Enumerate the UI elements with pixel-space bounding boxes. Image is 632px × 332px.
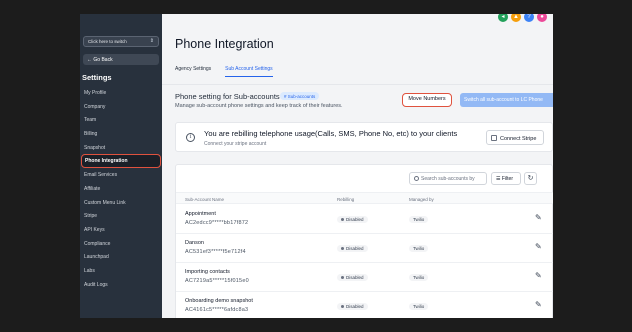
row-account-id: AC2edcc9*****bb17f872: [185, 220, 249, 226]
edit-icon[interactable]: ✎: [535, 213, 542, 222]
rebilling-banner: i You are rebilling telephone usage(Call…: [175, 122, 553, 152]
sidebar-item-billing[interactable]: Billing: [80, 127, 162, 141]
info-icon: i: [186, 133, 195, 142]
connect-stripe-label: Connect Stripe: [500, 136, 537, 142]
sidebar-item-affiliate[interactable]: Affiliate: [80, 182, 162, 196]
sidebar-item-team[interactable]: Team: [80, 113, 162, 127]
move-numbers-button[interactable]: Move Numbers: [402, 93, 452, 107]
search-input[interactable]: Search sub-accounts by: [409, 172, 487, 185]
sidebar-item-my-profile[interactable]: My Profile: [80, 86, 162, 100]
sidebar-item-company[interactable]: Company: [80, 100, 162, 114]
filter-label: Filter: [501, 176, 513, 182]
edit-icon[interactable]: ✎: [535, 271, 542, 280]
refresh-button[interactable]: ↻: [524, 172, 537, 185]
sidebar-item-snapshot[interactable]: Snapshot: [80, 141, 162, 155]
page-title: Phone Integration: [175, 37, 274, 51]
go-back-label: Go Back: [93, 56, 113, 63]
sidebar-item-api-keys[interactable]: API Keys: [80, 223, 162, 237]
row-name: Appointment: [185, 211, 216, 217]
row-name: Importing contacts: [185, 269, 230, 275]
settings-heading: Settings: [82, 73, 112, 82]
column-header-rebilling: Rebilling: [337, 196, 355, 202]
megaphone-icon[interactable]: ◂: [498, 14, 508, 22]
stripe-icon: [491, 135, 497, 141]
status-badge: Disabled: [337, 303, 368, 310]
row-account-id: AC7219a5*****15f015e0: [185, 278, 249, 284]
sidebar-item-launchpad[interactable]: Launchpad: [80, 250, 162, 264]
table-row: Importing contacts AC7219a5*****15f015e0…: [176, 263, 553, 292]
sidebar-item-email-services[interactable]: Email Services: [80, 168, 162, 182]
status-badge: Disabled: [337, 274, 368, 281]
switcher-chevron-icon: ⇕: [149, 38, 154, 44]
sidebar-item-audit-logs[interactable]: Audit Logs: [80, 278, 162, 292]
sidebar-item-phone-integration[interactable]: Phone Integration: [81, 154, 161, 169]
row-name: Onboarding demo snapshot: [185, 298, 253, 304]
filter-button[interactable]: ☰ Filter: [491, 172, 521, 185]
rebilling-title: You are rebilling telephone usage(Calls,…: [204, 129, 458, 138]
header-icons: ◂ ▲ ? ●: [498, 14, 547, 22]
status-badge: Disabled: [337, 216, 368, 223]
tab-divider: [162, 84, 553, 85]
sidebar-item-custom-menu-link[interactable]: Custom Menu Link: [80, 196, 162, 210]
managed-badge: Twilio: [409, 216, 429, 223]
managed-badge: Twilio: [409, 303, 429, 310]
refresh-icon: ↻: [527, 175, 534, 182]
settings-nav: My Profile Company Team Billing Snapshot…: [80, 86, 162, 291]
sidebar-item-stripe[interactable]: Stripe: [80, 209, 162, 223]
settings-tabs: Agency Settings Sub Account Settings: [175, 66, 273, 77]
avatar-icon[interactable]: ●: [537, 14, 547, 22]
sidebar-item-labs[interactable]: Labs: [80, 264, 162, 278]
help-icon[interactable]: ?: [524, 14, 534, 22]
row-account-id: AC531ef3*****f5e712f4: [185, 249, 246, 255]
back-arrow-icon: ←: [87, 56, 92, 63]
go-back-button[interactable]: ← Go Back: [83, 54, 159, 65]
edit-icon[interactable]: ✎: [535, 242, 542, 251]
sub-accounts-badge: # Sub-accounts: [280, 92, 320, 100]
account-switcher[interactable]: Click here to switch ⇕: [83, 36, 159, 47]
column-header-managed: Managed by: [409, 196, 434, 202]
switch-all-lc-phone-button[interactable]: Switch all sub-account to LC Phone: [460, 93, 553, 107]
edit-icon[interactable]: ✎: [535, 300, 542, 309]
row-account-id: AC4161c5*****6afdc8a3: [185, 307, 249, 313]
rebilling-subtitle: Connect your stripe account: [204, 141, 267, 147]
connect-stripe-button[interactable]: Connect Stripe: [486, 130, 544, 145]
status-badge: Disabled: [337, 245, 368, 252]
sidebar-item-compliance[interactable]: Compliance: [80, 237, 162, 251]
main-content: ◂ ▲ ? ● Phone Integration Agency Setting…: [162, 14, 553, 318]
sub-accounts-table: Search sub-accounts by ☰ Filter ↻ Sub-Ac…: [175, 164, 553, 318]
column-header-name: Sub-Account Name: [185, 196, 225, 202]
section-description: Manage sub-account phone settings and ke…: [175, 103, 343, 109]
tab-sub-account-settings[interactable]: Sub Account Settings: [225, 66, 273, 77]
managed-badge: Twilio: [409, 245, 429, 252]
table-row: Danson AC531ef3*****f5e712f4 Disabled Tw…: [176, 234, 553, 263]
account-switcher-label: Click here to switch: [88, 39, 127, 44]
filter-icon: ☰: [496, 176, 501, 182]
tab-agency-settings[interactable]: Agency Settings: [175, 66, 211, 77]
sidebar: Click here to switch ⇕ ← Go Back Setting…: [80, 14, 162, 318]
search-placeholder: Search sub-accounts by: [421, 176, 475, 182]
search-icon: [414, 176, 419, 181]
table-header: Sub-Account Name Rebilling Managed by: [176, 192, 553, 204]
bell-icon[interactable]: ▲: [511, 14, 521, 22]
managed-badge: Twilio: [409, 274, 429, 281]
row-name: Danson: [185, 240, 204, 246]
table-row: Appointment AC2edcc9*****bb17f872 Disabl…: [176, 205, 553, 234]
app-window: Click here to switch ⇕ ← Go Back Setting…: [80, 14, 553, 318]
table-row: Onboarding demo snapshot AC4161c5*****6a…: [176, 292, 553, 318]
section-title: Phone setting for Sub-accounts: [175, 92, 280, 101]
